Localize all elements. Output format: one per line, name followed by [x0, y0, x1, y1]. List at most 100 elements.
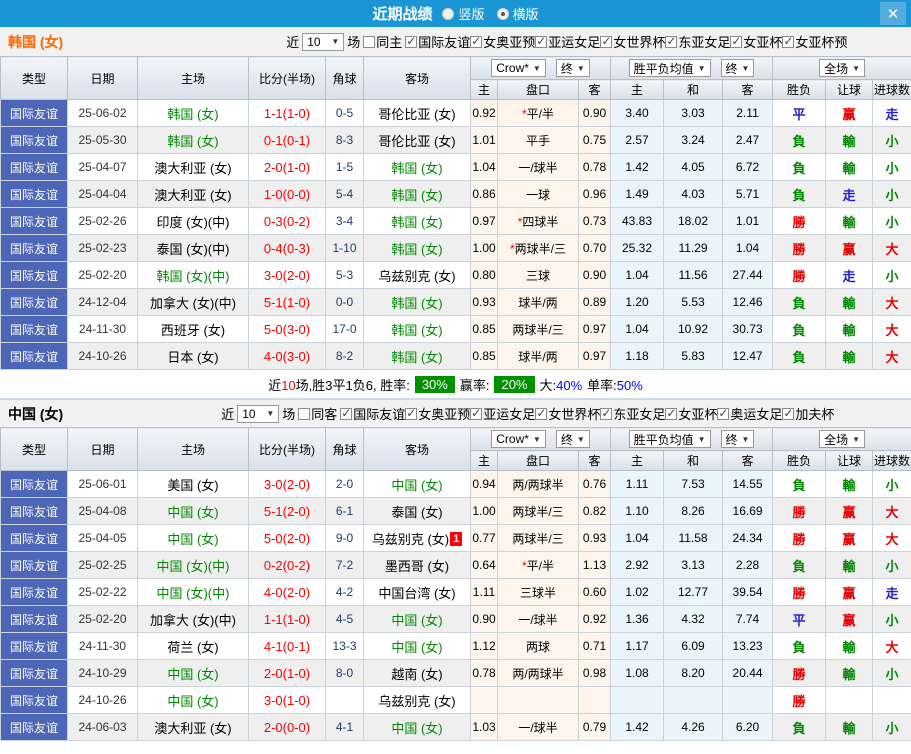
provider-label: Crow* — [496, 61, 529, 75]
checkbox-checked-icon[interactable] — [600, 35, 613, 48]
checkbox-checked-icon[interactable] — [717, 407, 730, 420]
competition-filter[interactable]: 亚运女足 — [535, 32, 600, 51]
competition-filter[interactable]: 女奥亚预 — [405, 404, 470, 423]
avg-away-cell: 5.71 — [722, 180, 774, 208]
corner-cell — [325, 686, 364, 714]
match-date-cell: 25-02-22 — [67, 578, 138, 606]
fulltime-score: 0-1 — [263, 132, 283, 148]
horizontal-layout-radio[interactable]: 横版 — [496, 4, 539, 23]
competition-filter[interactable]: 女世界杯 — [535, 404, 600, 423]
handicap-cell: 一/球半 — [497, 153, 579, 181]
checkbox-unchecked-icon[interactable] — [298, 407, 311, 420]
checkbox-checked-icon[interactable] — [535, 35, 548, 48]
away-team-cell: 中国 (女) — [363, 605, 471, 633]
scope-dropdown[interactable]: 全场 ▼ — [819, 430, 866, 448]
checkbox-checked-icon[interactable] — [535, 407, 548, 420]
checkbox-checked-icon[interactable] — [405, 407, 418, 420]
avg-home-cell: 1.11 — [610, 470, 665, 498]
home-odds-cell: 1.12 — [470, 632, 498, 660]
home-team-cell: 日本 (女) — [137, 342, 249, 370]
checkbox-checked-icon[interactable] — [600, 407, 613, 420]
checkbox-checked-icon[interactable] — [665, 35, 678, 48]
avg-home-cell: 2.92 — [610, 551, 665, 579]
final-dropdown-2[interactable]: 终 ▼ — [720, 430, 755, 448]
checkbox-checked-icon[interactable] — [782, 407, 795, 420]
recent-count-value: 10 — [307, 34, 321, 49]
corner-cell: 7-2 — [325, 551, 364, 579]
competition-filter[interactable]: 国际友谊 — [405, 32, 470, 51]
vertical-layout-radio[interactable]: 竖版 — [442, 4, 485, 23]
filter-bar: 中国 (女) 近 10 ▼ 场 同客 国际友谊女奥亚预亚运女足女世界杯东亚女足女… — [0, 398, 911, 427]
score-cell: 2-0(1-0) — [248, 153, 326, 181]
corner-cell: 1-5 — [325, 153, 364, 181]
result-cell: 勝 — [772, 578, 827, 606]
provider-dropdown[interactable]: Crow* ▼ — [491, 59, 546, 77]
radio-unchecked-icon[interactable] — [442, 7, 455, 20]
competition-label: 女世界杯 — [548, 407, 601, 422]
fulltime-score: 0-4 — [263, 240, 283, 256]
recent-count-select[interactable]: 10 ▼ — [302, 32, 345, 51]
fulltime-score: 2-0 — [263, 665, 283, 681]
odds-group-header: Crow* ▼ 终 ▼ — [469, 56, 612, 80]
same-venue-label: 同客 — [311, 407, 338, 422]
checkbox-checked-icon[interactable] — [665, 407, 678, 420]
recent-count-select[interactable]: 10 ▼ — [237, 404, 280, 423]
fulltime-score: 2-0 — [263, 719, 283, 735]
chevron-down-icon: ▼ — [532, 63, 541, 73]
radio-checked-icon[interactable] — [496, 7, 509, 20]
match-date-cell: 24-11-30 — [67, 632, 138, 660]
avg-away-cell: 14.55 — [722, 470, 774, 498]
avg-home-cell: 1.10 — [610, 497, 665, 525]
halftime-score: (0-1) — [282, 132, 311, 148]
avg-dropdown[interactable]: 胜平负均值 ▼ — [628, 59, 711, 77]
checkbox-unchecked-icon[interactable] — [363, 35, 376, 48]
checkbox-checked-icon[interactable] — [782, 35, 795, 48]
competition-label: 女亚杯预 — [795, 35, 848, 50]
checkbox-checked-icon[interactable] — [405, 35, 418, 48]
handicap-cell: *两球半/三 — [497, 234, 579, 262]
provider-dropdown[interactable]: Crow* ▼ — [491, 430, 546, 448]
competition-filter[interactable]: 女亚杯预 — [782, 32, 847, 51]
competition-filter[interactable]: 奥运女足 — [717, 404, 782, 423]
match-date-cell: 24-12-04 — [67, 288, 138, 316]
avg-away-cell — [722, 686, 774, 714]
same-venue-filter[interactable]: 同主 — [363, 32, 402, 51]
halftime-score: (2-0) — [282, 267, 311, 283]
match-type-cell: 国际友谊 — [0, 713, 68, 741]
handicap-cell: 两球 — [497, 632, 579, 660]
final-dropdown[interactable]: 终 ▼ — [555, 59, 590, 77]
match-type-cell: 国际友谊 — [0, 153, 68, 181]
subcol-result: 胜负 — [772, 79, 827, 100]
competition-filter[interactable]: 女亚杯 — [665, 404, 717, 423]
avg-home-cell — [610, 686, 665, 714]
score-cell: 0-3(0-2) — [248, 207, 326, 235]
away-team-cell: 韩国 (女) — [363, 288, 471, 316]
handicap-cell: 三球半 — [497, 578, 579, 606]
close-button[interactable]: ✕ — [880, 2, 906, 25]
avg-home-cell: 1.04 — [610, 261, 665, 289]
competition-filter[interactable]: 国际友谊 — [340, 404, 405, 423]
competition-filter[interactable]: 东亚女足 — [665, 32, 730, 51]
final-dropdown-2[interactable]: 终 ▼ — [720, 59, 755, 77]
competition-filter[interactable]: 加夫杯 — [782, 404, 834, 423]
scope-dropdown[interactable]: 全场 ▼ — [819, 59, 866, 77]
competition-filter[interactable]: 女亚杯 — [730, 32, 782, 51]
competition-filter[interactable]: 东亚女足 — [600, 404, 665, 423]
halftime-score: (3-0) — [282, 348, 311, 364]
section-china-women: 中国 (女) 近 10 ▼ 场 同客 国际友谊女奥亚预亚运女足女世界杯东亚女足女… — [0, 398, 911, 741]
competition-filter[interactable]: 女世界杯 — [600, 32, 665, 51]
checkbox-checked-icon[interactable] — [470, 407, 483, 420]
checkbox-checked-icon[interactable] — [730, 35, 743, 48]
handicap-result-cell: 輸 — [825, 126, 874, 154]
final-dropdown[interactable]: 终 ▼ — [555, 430, 590, 448]
handicap-result-cell: 赢 — [825, 497, 874, 525]
goals-result-cell: 小 — [872, 713, 911, 741]
match-type-cell: 国际友谊 — [0, 497, 68, 525]
checkbox-checked-icon[interactable] — [340, 407, 353, 420]
avg-dropdown[interactable]: 胜平负均值 ▼ — [628, 430, 711, 448]
competition-filter[interactable]: 女奥亚预 — [470, 32, 535, 51]
same-venue-filter[interactable]: 同客 — [298, 404, 337, 423]
competition-filter[interactable]: 亚运女足 — [470, 404, 535, 423]
checkbox-checked-icon[interactable] — [470, 35, 483, 48]
handicap-cell: 一/球半 — [497, 605, 579, 633]
